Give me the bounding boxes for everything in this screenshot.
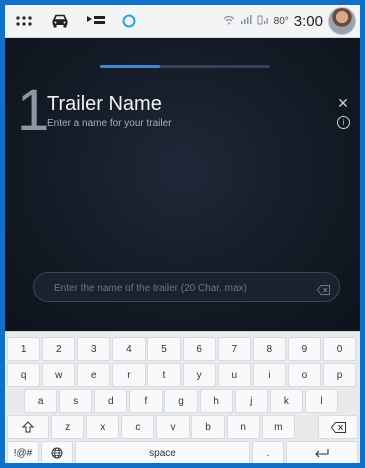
cellular-signal-icon (257, 12, 269, 30)
key-8[interactable]: 8 (252, 337, 286, 361)
key-4[interactable]: 4 (112, 337, 146, 361)
progress-fill (100, 65, 160, 68)
enter-key[interactable] (286, 441, 358, 463)
progress-bar (100, 65, 270, 68)
key-s[interactable]: s (59, 389, 93, 413)
symbols-key[interactable]: !@# (7, 441, 39, 463)
key-i[interactable]: i (252, 363, 286, 387)
key-g[interactable]: g (164, 389, 198, 413)
key-5[interactable]: 5 (147, 337, 181, 361)
key-m[interactable]: m (261, 415, 295, 439)
clock: 3:00 (293, 12, 323, 30)
trailer-name-input[interactable] (52, 273, 306, 303)
key-c[interactable]: c (121, 415, 155, 439)
key-y[interactable]: y (182, 363, 216, 387)
key-e[interactable]: e (77, 363, 111, 387)
page-subtitle: Enter a name for your trailer (47, 118, 172, 129)
key-q[interactable]: q (7, 363, 41, 387)
screen-frame: 80° 3:00 1 Trailer Name Enter a name for… (0, 0, 365, 468)
key-h[interactable]: h (199, 389, 233, 413)
key-6[interactable]: 6 (182, 337, 216, 361)
key-w[interactable]: w (42, 363, 76, 387)
avatar[interactable] (328, 7, 356, 35)
key-j[interactable]: j (234, 389, 268, 413)
wifi-icon (223, 12, 235, 30)
key-p[interactable]: p (322, 363, 357, 387)
key-0[interactable]: 0 (322, 337, 357, 361)
key-k[interactable]: k (269, 389, 303, 413)
period-key[interactable]: . (252, 441, 284, 463)
key-t[interactable]: t (147, 363, 181, 387)
key-d[interactable]: d (94, 389, 128, 413)
wizard-panel: 1 Trailer Name Enter a name for your tra… (5, 38, 360, 331)
key-2[interactable]: 2 (42, 337, 76, 361)
lte-signal-icon (240, 12, 252, 30)
clear-input-icon[interactable] (316, 282, 330, 295)
key-f[interactable]: f (129, 389, 163, 413)
on-screen-keyboard: 1234567890 qwertyuiop asdfghjkl zxcvbnm … (5, 331, 360, 463)
car-icon[interactable] (49, 11, 71, 31)
key-9[interactable]: 9 (287, 337, 322, 361)
shift-key[interactable] (7, 415, 49, 439)
key-a[interactable]: a (24, 389, 58, 413)
key-r[interactable]: r (112, 363, 146, 387)
voice-assistant-icon[interactable] (118, 11, 140, 31)
page-title: Trailer Name (47, 93, 162, 115)
media-icon[interactable] (85, 11, 107, 31)
key-1[interactable]: 1 (7, 337, 41, 361)
apps-grid-icon[interactable] (13, 11, 35, 31)
globe-icon[interactable] (41, 441, 73, 463)
key-o[interactable]: o (287, 363, 322, 387)
trailer-name-field[interactable] (33, 272, 340, 303)
space-key[interactable]: space (75, 441, 250, 463)
key-u[interactable]: u (217, 363, 251, 387)
step-number: 1 (17, 78, 50, 143)
key-v[interactable]: v (156, 415, 190, 439)
backspace-key[interactable] (318, 415, 358, 439)
temperature: 80° (273, 15, 289, 27)
key-l[interactable]: l (304, 389, 339, 413)
key-7[interactable]: 7 (217, 337, 251, 361)
key-x[interactable]: x (86, 415, 120, 439)
key-3[interactable]: 3 (77, 337, 111, 361)
info-icon[interactable]: i (337, 116, 350, 129)
screen: 80° 3:00 1 Trailer Name Enter a name for… (5, 5, 360, 463)
key-z[interactable]: z (51, 415, 85, 439)
key-n[interactable]: n (226, 415, 260, 439)
key-b[interactable]: b (191, 415, 225, 439)
status-bar: 80° 3:00 (5, 5, 360, 38)
close-icon[interactable]: ✕ (336, 96, 350, 110)
